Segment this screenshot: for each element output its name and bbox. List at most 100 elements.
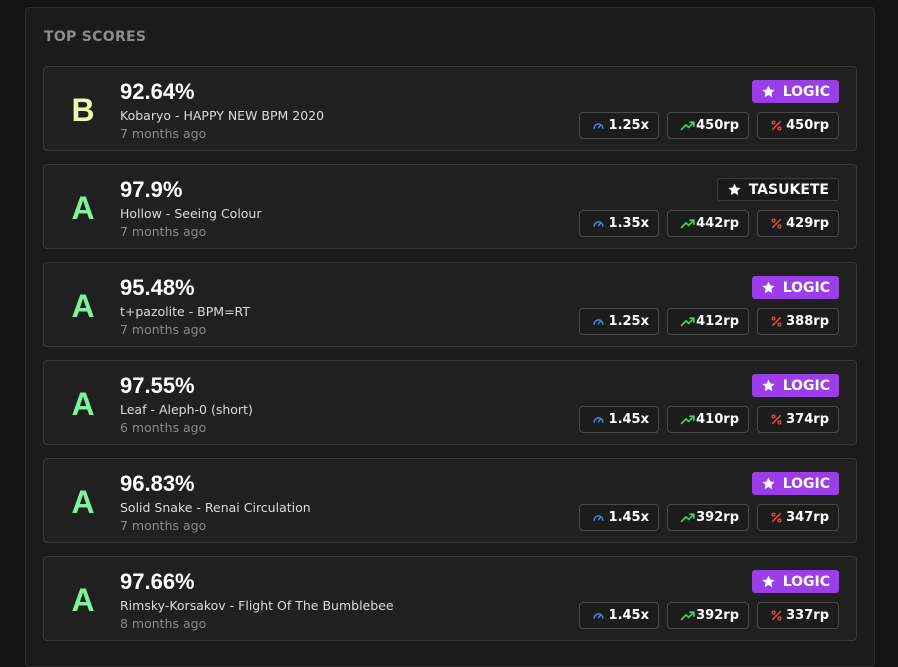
rp-stat: 442rp (667, 210, 749, 237)
trending-up-icon (680, 317, 695, 327)
grade-letter: A (71, 582, 95, 618)
speedometer-icon (593, 613, 604, 619)
rp-value: 410rp (696, 412, 739, 427)
weighted-rp-value: 347rp (786, 510, 829, 525)
weighted-rp-stat: 388rp (757, 308, 839, 335)
weighted-rp-stat: 337rp (757, 602, 839, 629)
time-ago: 7 months ago (120, 224, 207, 239)
star-icon (762, 85, 775, 98)
song-title[interactable]: Solid Snake - Renai Circulation (120, 500, 311, 516)
mod-badge: LOGIC (751, 276, 839, 299)
mod-label: LOGIC (782, 83, 830, 100)
star-icon (762, 477, 775, 490)
time-ago: 7 months ago (120, 126, 207, 141)
grade-letter: A (71, 190, 95, 226)
speed-stat: 1.45x (579, 406, 659, 433)
rp-value: 450rp (696, 118, 739, 133)
weighted-rp-value: 450rp (786, 118, 829, 133)
time-ago: 6 months ago (120, 420, 207, 435)
star-icon (728, 183, 741, 196)
weighted-rp-value: 374rp (786, 412, 829, 427)
trending-up-icon (680, 121, 695, 131)
weighted-rp-stat: 374rp (757, 406, 839, 433)
weighted-rp-stat: 429rp (757, 210, 839, 237)
score-card[interactable]: A 97.9% Hollow - Seeing Colour 7 months … (43, 164, 857, 249)
mod-badge: LOGIC (751, 374, 839, 397)
mod-label: LOGIC (782, 475, 830, 492)
accuracy-value: 97.66% (120, 569, 195, 594)
speed-stat: 1.45x (579, 602, 659, 629)
rp-value: 412rp (696, 314, 739, 329)
mod-label: LOGIC (782, 377, 830, 394)
weighted-rp-stat: 347rp (757, 504, 839, 531)
score-card[interactable]: B 92.64% Kobaryo - HAPPY NEW BPM 2020 7 … (43, 66, 857, 151)
star-icon (762, 575, 775, 588)
speed-stat: 1.35x (579, 210, 659, 237)
time-ago: 8 months ago (120, 616, 207, 631)
score-card[interactable]: A 97.55% Leaf - Aleph-0 (short) 6 months… (43, 360, 857, 445)
speed-value: 1.35x (608, 216, 649, 231)
grade-letter: B (71, 92, 95, 128)
song-title[interactable]: Leaf - Aleph-0 (short) (120, 402, 253, 418)
speed-stat: 1.25x (579, 308, 659, 335)
speed-value: 1.45x (608, 412, 649, 427)
speedometer-icon (593, 515, 604, 521)
grade-letter: A (71, 484, 95, 520)
score-card[interactable]: A 96.83% Solid Snake - Renai Circulation… (43, 458, 857, 543)
rp-value: 392rp (696, 608, 739, 623)
accuracy-value: 97.9% (120, 177, 183, 202)
mod-badge: TASUKETE (716, 178, 839, 201)
mod-badge: LOGIC (751, 472, 839, 495)
percent-icon (771, 610, 782, 621)
weighted-rp-value: 429rp (786, 216, 829, 231)
trending-up-icon (680, 415, 695, 425)
rp-stat: 450rp (667, 112, 749, 139)
time-ago: 7 months ago (120, 322, 207, 337)
speed-value: 1.45x (608, 608, 649, 623)
mod-label: TASUKETE (748, 181, 829, 198)
rp-stat: 392rp (667, 602, 749, 629)
speedometer-icon (593, 319, 604, 325)
grade-letter: A (71, 386, 95, 422)
rp-value: 442rp (696, 216, 739, 231)
mod-badge: LOGIC (751, 570, 839, 593)
speed-value: 1.25x (608, 118, 649, 133)
grade-letter: A (71, 288, 95, 324)
star-icon (762, 281, 775, 294)
mod-label: LOGIC (782, 573, 830, 590)
trending-up-icon (680, 611, 695, 621)
percent-icon (771, 120, 782, 131)
section-title: TOP SCORES (44, 29, 147, 45)
rp-stat: 412rp (667, 308, 749, 335)
speedometer-icon (593, 123, 604, 129)
percent-icon (771, 414, 782, 425)
weighted-rp-value: 388rp (786, 314, 829, 329)
song-title[interactable]: t+pazolite - BPM=RT (120, 304, 250, 320)
percent-icon (771, 316, 782, 327)
speedometer-icon (593, 417, 604, 423)
trending-up-icon (680, 219, 695, 229)
mod-badge: LOGIC (751, 80, 839, 103)
speed-stat: 1.25x (579, 112, 659, 139)
speed-stat: 1.45x (579, 504, 659, 531)
speedometer-icon (593, 221, 604, 227)
percent-icon (771, 512, 782, 523)
song-title[interactable]: Rimsky-Korsakov - Flight Of The Bumblebe… (120, 598, 394, 614)
rp-stat: 410rp (667, 406, 749, 433)
accuracy-value: 95.48% (120, 275, 195, 300)
score-card[interactable]: A 95.48% t+pazolite - BPM=RT 7 months ag… (43, 262, 857, 347)
weighted-rp-value: 337rp (786, 608, 829, 623)
song-title[interactable]: Hollow - Seeing Colour (120, 206, 262, 222)
weighted-rp-stat: 450rp (757, 112, 839, 139)
mod-label: LOGIC (782, 279, 830, 296)
trending-up-icon (680, 513, 695, 523)
top-scores-panel: TOP SCORES B 92.64% Kobaryo - HAPPY NEW … (25, 7, 875, 667)
accuracy-value: 97.55% (120, 373, 195, 398)
time-ago: 7 months ago (120, 518, 207, 533)
score-card[interactable]: A 97.66% Rimsky-Korsakov - Flight Of The… (43, 556, 857, 641)
accuracy-value: 92.64% (120, 79, 195, 104)
song-title[interactable]: Kobaryo - HAPPY NEW BPM 2020 (120, 108, 324, 124)
speed-value: 1.45x (608, 510, 649, 525)
rp-stat: 392rp (667, 504, 749, 531)
star-icon (762, 379, 775, 392)
